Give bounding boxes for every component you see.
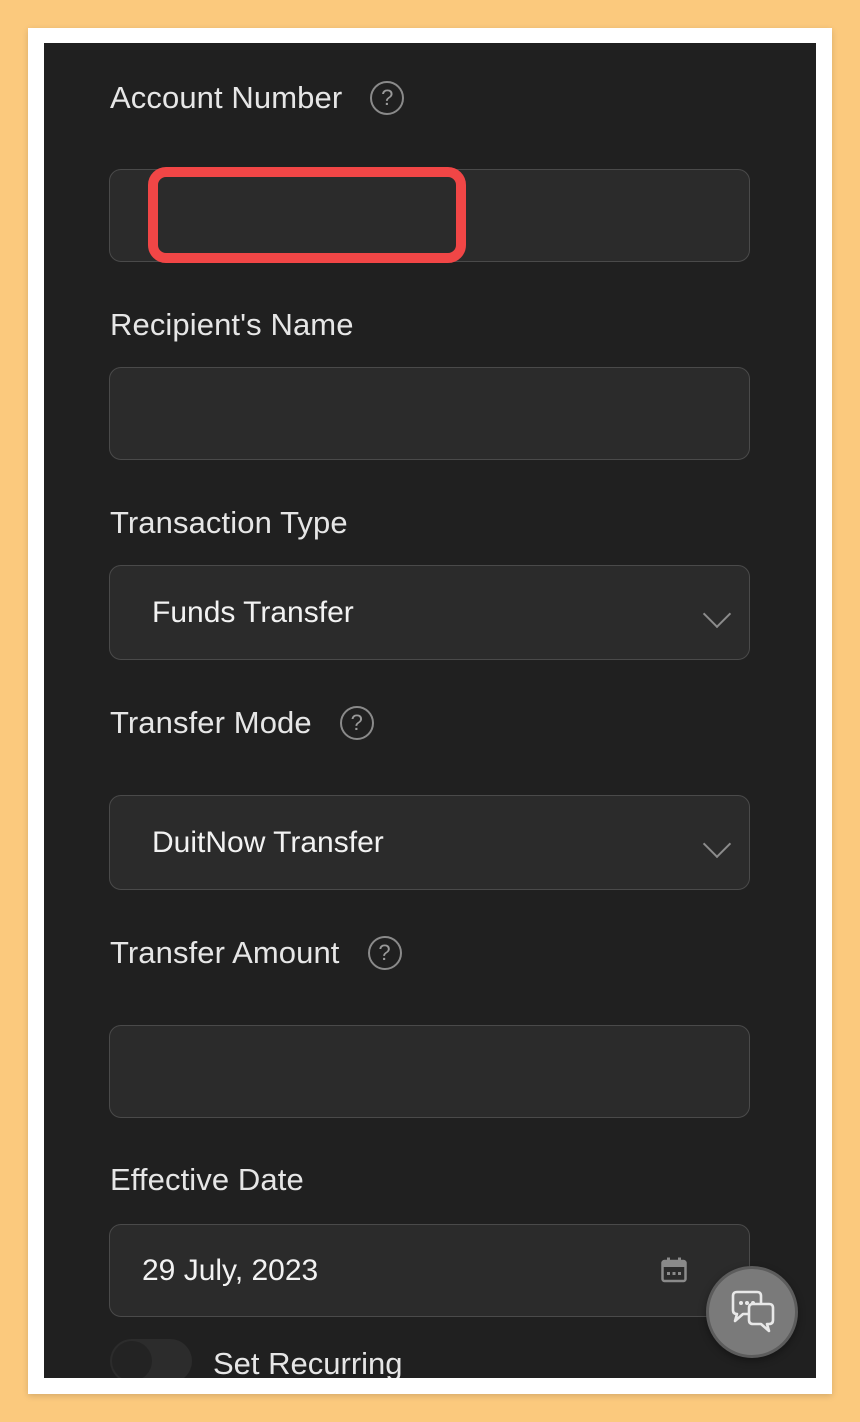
transfer-mode-label-row: Transfer Mode ? <box>110 705 374 741</box>
transaction-type-label: Transaction Type <box>110 505 348 540</box>
transaction-type-select[interactable]: Funds Transfer <box>109 565 750 660</box>
transfer-mode-value: DuitNow Transfer <box>152 825 384 859</box>
effective-date-label: Effective Date <box>110 1162 304 1197</box>
recipient-name-label-row: Recipient's Name <box>110 307 354 343</box>
help-circle-icon[interactable]: ? <box>339 706 374 740</box>
transfer-form-screen: Account Number ? Recipient's Name Transa… <box>44 43 816 1378</box>
toggle-knob <box>112 1341 152 1378</box>
transfer-mode-label: Transfer Mode <box>110 705 312 740</box>
account-number-label: Account Number <box>110 80 343 115</box>
chevron-down-icon <box>702 599 732 629</box>
recurring-toggle[interactable] <box>110 1339 192 1378</box>
transfer-amount-label: Transfer Amount <box>110 935 340 970</box>
chat-button[interactable] <box>706 1266 798 1358</box>
transfer-mode-select[interactable]: DuitNow Transfer <box>109 795 750 890</box>
transaction-type-label-row: Transaction Type <box>110 505 348 541</box>
account-number-highlight <box>148 167 466 263</box>
effective-date-label-row: Effective Date <box>110 1162 304 1198</box>
set-recurring-label: Set Recurring <box>213 1346 403 1378</box>
account-number-label-row: Account Number ? <box>110 80 405 116</box>
transfer-amount-label-row: Transfer Amount ? <box>110 935 402 971</box>
effective-date-value: 29 July, 2023 <box>142 1253 319 1287</box>
recipient-name-input[interactable] <box>109 367 750 460</box>
help-circle-icon[interactable]: ? <box>370 81 405 115</box>
transfer-amount-input[interactable] <box>109 1025 750 1118</box>
transaction-type-value: Funds Transfer <box>152 595 354 629</box>
calendar-icon[interactable] <box>661 1257 687 1283</box>
recipient-name-label: Recipient's Name <box>110 307 354 342</box>
help-circle-icon[interactable]: ? <box>367 936 402 970</box>
chevron-down-icon <box>702 829 732 859</box>
effective-date-input[interactable]: 29 July, 2023 <box>109 1224 750 1317</box>
chat-bubbles-icon <box>731 1290 775 1333</box>
